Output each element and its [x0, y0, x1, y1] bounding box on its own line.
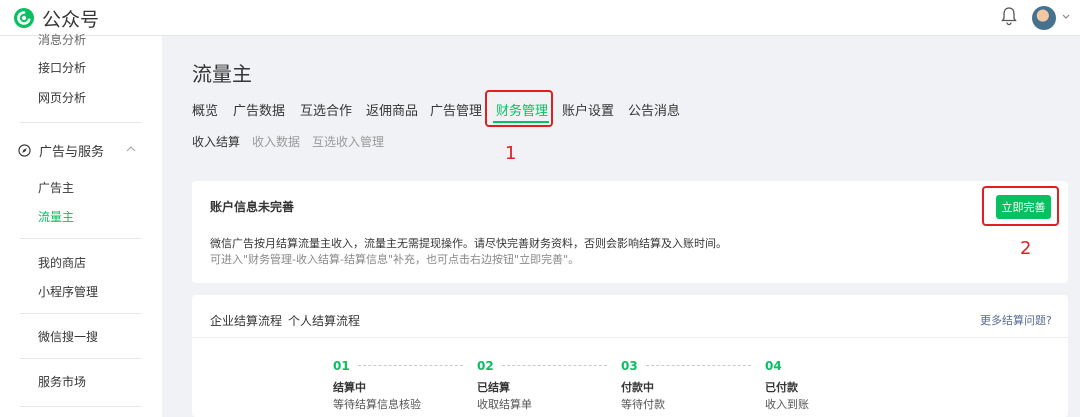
annotation-number-1: 1 — [505, 143, 517, 164]
step-title: 已结算 — [477, 381, 510, 394]
tab-ad-data[interactable]: 广告数据 — [233, 100, 285, 119]
sidebar-item-advertiser[interactable]: 广告主 — [38, 179, 74, 196]
avatar[interactable] — [1032, 6, 1056, 30]
subtab-mutual-income-management[interactable]: 互选收入管理 — [312, 133, 384, 150]
step-title: 已付款 — [765, 381, 798, 394]
notice-description: 微信广告按月结算流量主收入，流量主无需提现操作。请尽快完善财务资料，否则会影响结… — [210, 237, 727, 250]
tab-announcements[interactable]: 公告消息 — [628, 100, 680, 119]
sidebar-divider — [20, 313, 142, 314]
step-connector — [646, 365, 751, 366]
settlement-flow-card: 企业结算流程 个人结算流程 更多结算问题? 01 结算中 等待结算信息核验 02… — [192, 295, 1068, 417]
sidebar-divider — [20, 406, 142, 407]
step-connector — [502, 365, 607, 366]
account-incomplete-notice: 账户信息未完善 微信广告按月结算流量主收入，流量主无需提现操作。请尽快完善财务资… — [192, 181, 1068, 283]
chevron-down-icon[interactable] — [1062, 14, 1070, 20]
step-number: 03 — [621, 359, 638, 373]
sidebar-item-wechat-search[interactable]: 微信搜一搜 — [38, 328, 98, 345]
sidebar-section-label: 广告与服务 — [39, 144, 105, 160]
top-bar: 公众号 — [0, 0, 1080, 36]
sidebar-section-ads-services[interactable]: 广告与服务 — [18, 140, 104, 160]
tab-mutual-cooperation[interactable]: 互选合作 — [300, 100, 352, 119]
sidebar-item-miniprogram-management[interactable]: 小程序管理 — [38, 283, 98, 300]
compass-icon — [18, 143, 31, 157]
annotation-number-2: 2 — [1020, 238, 1032, 259]
sidebar-item-my-store[interactable]: 我的商店 — [38, 254, 86, 271]
step-number: 01 — [333, 359, 350, 373]
step-description: 等待结算信息核验 — [333, 398, 421, 411]
more-settlement-questions-link[interactable]: 更多结算问题? — [980, 312, 1052, 328]
bell-icon[interactable] — [1000, 6, 1018, 26]
step-description: 等待付款 — [621, 398, 665, 411]
sidebar: 消息分析 接口分析 网页分析 广告与服务 广告主 流量主 我的商店 小程序管理 … — [0, 33, 162, 417]
sidebar-divider — [20, 122, 142, 123]
tab-account-settings[interactable]: 账户设置 — [562, 100, 614, 119]
card-divider — [192, 337, 1068, 338]
subtab-income-data[interactable]: 收入数据 — [252, 133, 300, 150]
step-description: 收入到账 — [765, 398, 809, 411]
sidebar-divider — [20, 238, 142, 239]
tab-enterprise-settlement-flow[interactable]: 企业结算流程 — [210, 312, 282, 329]
annotation-box-1 — [485, 90, 553, 127]
tab-personal-settlement-flow[interactable]: 个人结算流程 — [288, 312, 360, 329]
subtab-income-settlement[interactable]: 收入结算 — [192, 133, 240, 150]
tab-ad-management[interactable]: 广告管理 — [430, 100, 482, 119]
tab-rebate-goods[interactable]: 返佣商品 — [366, 100, 418, 119]
page-title: 流量主 — [192, 62, 252, 86]
sidebar-item-publisher[interactable]: 流量主 — [38, 208, 74, 225]
step-title: 付款中 — [621, 381, 654, 394]
step-connector — [358, 365, 463, 366]
app-name[interactable]: 公众号 — [42, 5, 99, 32]
step-number: 02 — [477, 359, 494, 373]
sidebar-divider — [20, 358, 142, 359]
wechat-official-account-logo-icon[interactable] — [12, 6, 36, 30]
tab-overview[interactable]: 概览 — [192, 100, 218, 119]
sidebar-item-message-analysis[interactable]: 消息分析 — [38, 31, 86, 48]
notice-hint: 可进入"财务管理-收入结算-结算信息"补充，也可点击右边按钮"立即完善"。 — [210, 253, 580, 266]
sidebar-item-api-analysis[interactable]: 接口分析 — [38, 59, 86, 76]
notice-title: 账户信息未完善 — [210, 200, 295, 214]
step-title: 结算中 — [333, 381, 366, 394]
annotation-box-2 — [982, 186, 1059, 226]
step-description: 收取结算单 — [477, 398, 532, 411]
sidebar-item-service-market[interactable]: 服务市场 — [38, 373, 86, 390]
chevron-up-icon[interactable] — [126, 145, 136, 153]
sidebar-item-web-analysis[interactable]: 网页分析 — [38, 89, 86, 106]
step-number: 04 — [765, 359, 782, 373]
